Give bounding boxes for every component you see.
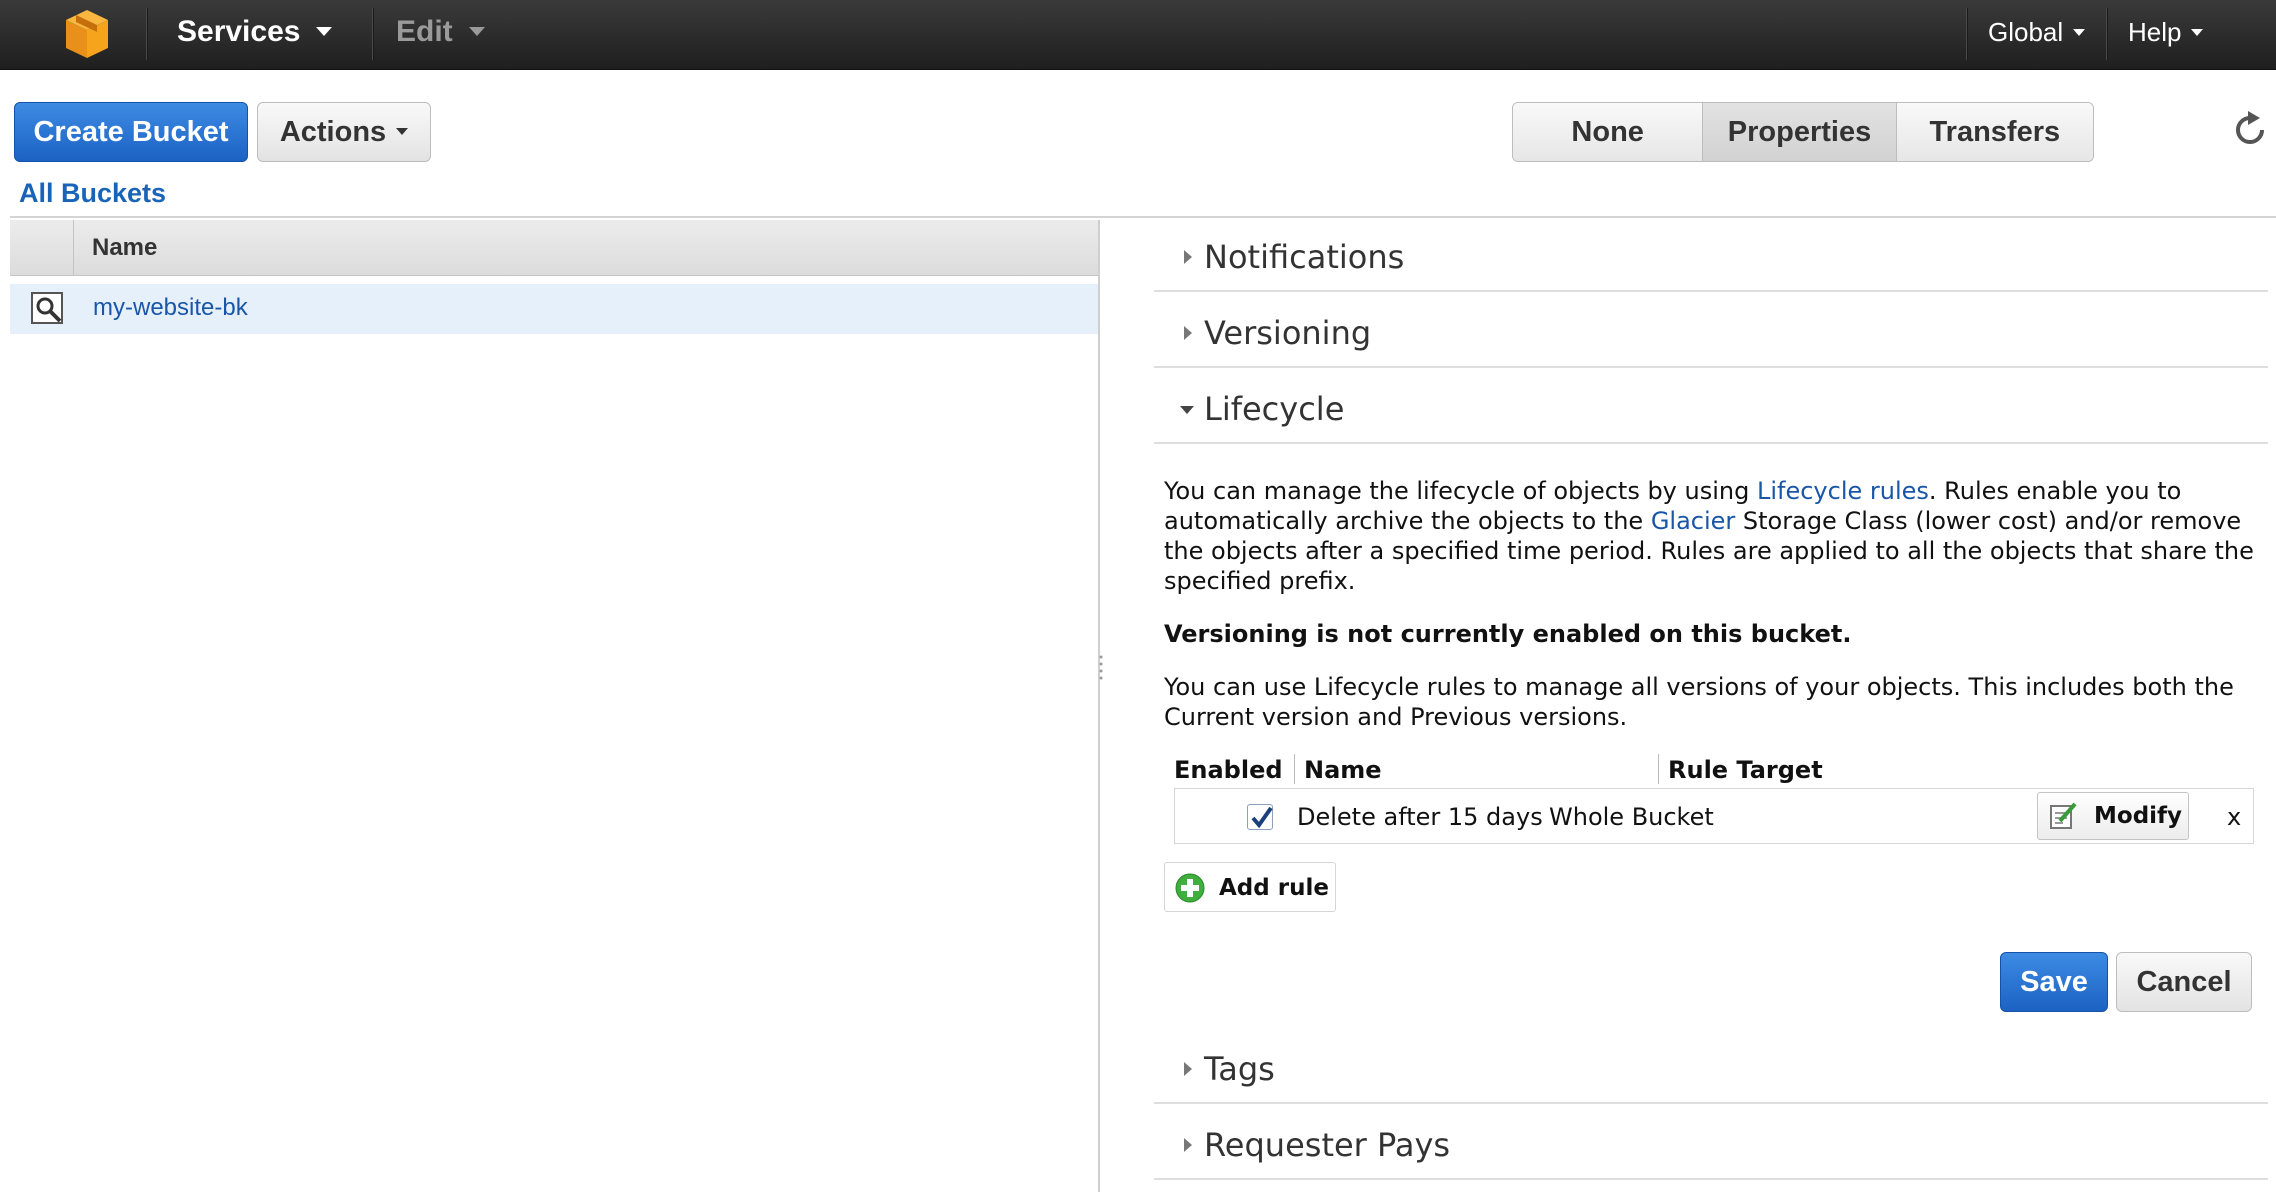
create-bucket-button[interactable]: Create Bucket <box>14 102 248 162</box>
select-column-header <box>10 220 74 276</box>
column-divider <box>1294 754 1295 784</box>
chevron-down-icon <box>2191 28 2204 36</box>
modify-rule-button[interactable]: Modify <box>2037 792 2189 840</box>
section-title: Lifecycle <box>1204 390 1345 428</box>
bucket-list-header: Name <box>10 220 1098 276</box>
section-lifecycle[interactable]: Lifecycle <box>1154 370 2268 444</box>
region-menu[interactable]: Global <box>1988 0 2086 70</box>
enabled-column-header: Enabled <box>1174 756 1283 784</box>
rule-target-column-header: Rule Target <box>1668 756 1823 784</box>
chevron-down-icon <box>316 26 333 36</box>
delete-rule-button[interactable]: x <box>2227 803 2241 831</box>
all-buckets-breadcrumb[interactable]: All Buckets <box>19 178 166 209</box>
bucket-row[interactable]: my-website-bk <box>10 284 1098 334</box>
services-label: Services <box>177 15 301 48</box>
nav-separator <box>372 8 374 60</box>
panel-splitter[interactable] <box>1098 220 1100 1192</box>
versions-description: You can use Lifecycle rules to manage al… <box>1164 673 2234 731</box>
bucket-name-link[interactable]: my-website-bk <box>93 294 248 322</box>
column-divider <box>1658 754 1659 784</box>
expand-arrow-icon <box>1184 1138 1192 1152</box>
refresh-icon[interactable] <box>2230 110 2270 150</box>
add-rule-button[interactable]: Add rule <box>1164 862 1336 912</box>
view-mode-segmented-control: None Properties Transfers <box>1512 102 2094 162</box>
expand-arrow-icon <box>1184 326 1192 340</box>
top-navigation-bar: Services Edit Global Help <box>0 0 2276 70</box>
name-column-header: Name <box>1304 756 1382 784</box>
edit-note-icon <box>2050 802 2077 829</box>
region-label: Global <box>1988 17 2064 47</box>
nav-separator <box>1966 8 1968 60</box>
section-notifications[interactable]: Notifications <box>1154 218 2268 292</box>
edit-menu[interactable]: Edit <box>396 0 485 70</box>
section-versioning[interactable]: Versioning <box>1154 294 2268 368</box>
rule-target: Whole Bucket <box>1549 803 1714 831</box>
aws-cube-logo-icon[interactable] <box>64 8 110 60</box>
chevron-down-icon <box>396 127 409 135</box>
bucket-magnifier-icon <box>31 292 63 324</box>
help-label: Help <box>2128 17 2182 47</box>
section-requester-pays[interactable]: Requester Pays <box>1154 1106 2268 1180</box>
table-row: Delete after 15 days Whole Bucket Modify… <box>1174 788 2254 844</box>
nav-separator <box>2106 8 2108 60</box>
help-menu[interactable]: Help <box>2128 0 2204 70</box>
view-tab-properties[interactable]: Properties <box>1703 103 1897 161</box>
glacier-link[interactable]: Glacier <box>1651 507 1735 535</box>
collapse-arrow-icon <box>1180 406 1194 414</box>
services-menu[interactable]: Services <box>177 0 333 70</box>
section-title: Tags <box>1204 1050 1275 1088</box>
expand-arrow-icon <box>1184 1062 1192 1076</box>
splitter-grip-icon[interactable] <box>1098 652 1104 682</box>
modify-label: Modify <box>2094 803 2183 829</box>
section-title: Requester Pays <box>1204 1126 1451 1164</box>
lifecycle-description: You can manage the lifecycle of objects … <box>1164 476 2254 596</box>
actions-label: Actions <box>279 116 387 148</box>
section-title: Notifications <box>1204 238 1405 276</box>
name-column-header[interactable]: Name <box>92 234 157 262</box>
section-title: Versioning <box>1204 314 1372 352</box>
edit-label: Edit <box>396 15 453 48</box>
save-button[interactable]: Save <box>2000 952 2108 1012</box>
actions-dropdown-button[interactable]: Actions <box>257 102 431 162</box>
rules-table-header: Enabled Name Rule Target <box>1174 752 2254 788</box>
view-tab-none[interactable]: None <box>1513 103 1704 161</box>
section-tags[interactable]: Tags <box>1154 1030 2268 1104</box>
add-rule-label: Add rule <box>1219 875 1329 901</box>
chevron-down-icon <box>468 26 485 36</box>
rule-enabled-checkbox[interactable] <box>1247 804 1273 830</box>
nav-separator <box>146 8 148 60</box>
chevron-down-icon <box>2073 28 2086 36</box>
view-tab-transfers[interactable]: Transfers <box>1896 103 2093 161</box>
expand-arrow-icon <box>1184 250 1192 264</box>
versioning-warning: Versioning is not currently enabled on t… <box>1164 620 1852 648</box>
lifecycle-rules-link[interactable]: Lifecycle rules <box>1757 477 1929 505</box>
checkmark-icon <box>1251 806 1273 829</box>
cancel-button[interactable]: Cancel <box>2116 952 2252 1012</box>
rule-name: Delete after 15 days <box>1297 803 1543 831</box>
add-plus-icon <box>1175 873 1205 903</box>
text: You can manage the lifecycle of objects … <box>1164 477 1757 505</box>
